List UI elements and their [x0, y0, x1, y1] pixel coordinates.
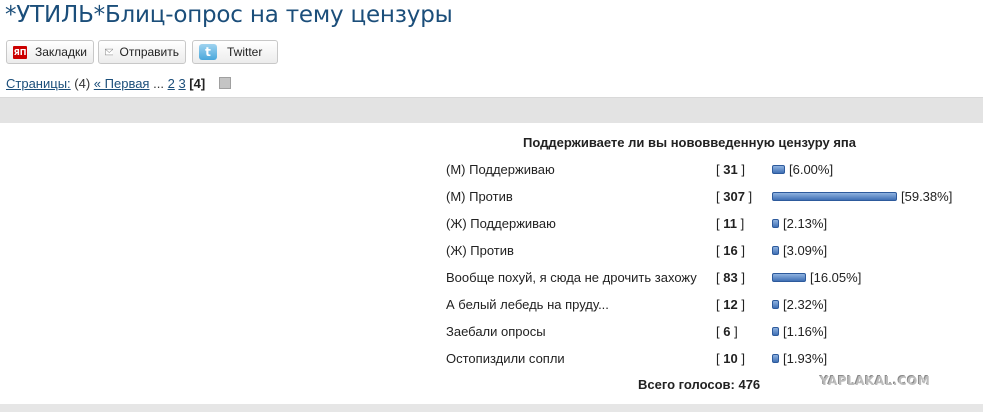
poll-option-bar [772, 219, 779, 228]
poll-option-bar [772, 327, 779, 336]
poll-option-row: (Ж) Поддерживаю [ 11 ] [2.13%] [0, 214, 983, 234]
poll-option-row: Остопиздили сопли [ 10 ] [1.93%] [0, 349, 983, 369]
poll-option-percent: [6.00%] [789, 162, 834, 177]
poll-option-label: Заебали опросы [446, 324, 546, 339]
header-strip [0, 97, 983, 123]
poll-question: Поддерживаете ли вы нововведенную цензур… [523, 135, 856, 150]
poll-option-bar [772, 300, 779, 309]
poll-option-label: (М) Против [446, 189, 513, 204]
twitter-icon: t [199, 44, 217, 60]
poll-option-percent: [3.09%] [783, 243, 828, 258]
page-2-link[interactable]: 2 [168, 76, 175, 91]
footer-strip [0, 404, 983, 412]
bookmarks-label: Закладки [35, 45, 87, 59]
page: *УТИЛЬ*Блиц-опрос на тему цензуры ЯП Зак… [0, 0, 983, 412]
poll-option-label: (М) Поддерживаю [446, 162, 555, 177]
poll-option-label: Вообще похуй, я сюда не дрочить захожу [446, 270, 697, 285]
first-page-link[interactable]: « Первая [94, 76, 150, 91]
pages-ellipsis: ... [153, 76, 164, 91]
current-page: [4] [189, 76, 206, 91]
poll-option-bar [772, 273, 806, 282]
poll-option-percent: [1.93%] [783, 351, 828, 366]
poll-option-percent: [59.38%] [901, 189, 953, 204]
poll-option-percent: [1.16%] [783, 324, 828, 339]
yaplakal-bookmark-icon: ЯП [13, 45, 27, 59]
poll-option-votes: [ 12 ] [716, 297, 745, 312]
poll-option-label: (Ж) Против [446, 243, 514, 258]
poll-option-votes: [ 16 ] [716, 243, 745, 258]
poll-option-percent: [2.32%] [783, 297, 828, 312]
pagination: Страницы: (4) « Первая ... 2 3 [4] [6, 76, 231, 91]
poll-option-label: Остопиздили сопли [446, 351, 565, 366]
send-button[interactable]: Отправить [98, 40, 186, 64]
poll-option-row: (М) Поддерживаю [ 31 ] [6.00%] [0, 160, 983, 180]
poll-total: Всего голосов: 476 [638, 377, 761, 392]
poll-option-bar [772, 246, 779, 255]
poll-option-row: Заебали опросы [ 6 ] [1.16%] [0, 322, 983, 342]
pages-link[interactable]: Страницы: [6, 76, 71, 91]
poll-option-row: (Ж) Против [ 16 ] [3.09%] [0, 241, 983, 261]
poll-option-votes: [ 307 ] [716, 189, 753, 204]
poll-option-votes: [ 83 ] [716, 270, 745, 285]
poll-option-bar [772, 354, 779, 363]
poll-option-bar [772, 165, 785, 174]
poll-option-row: (М) Против [ 307 ] [59.38%] [0, 187, 983, 207]
twitter-label: Twitter [227, 45, 263, 59]
page-jump-icon[interactable] [218, 77, 231, 89]
poll-option-percent: [2.13%] [783, 216, 828, 231]
pages-count: (4) [74, 76, 91, 91]
poll-option-row: А белый лебедь на пруду... [ 12 ] [2.32%] [0, 295, 983, 315]
poll-option-votes: [ 10 ] [716, 351, 745, 366]
send-label: Отправить [119, 45, 179, 59]
poll-option-label: (Ж) Поддерживаю [446, 216, 556, 231]
twitter-button[interactable]: t Twitter [192, 40, 278, 64]
site-watermark: YAPLAKAL.COM [820, 374, 931, 388]
bookmarks-button[interactable]: ЯП Закладки [6, 40, 94, 64]
poll-option-votes: [ 11 ] [716, 216, 745, 231]
poll-option-label: А белый лебедь на пруду... [446, 297, 609, 312]
poll-option-bar [772, 192, 897, 201]
poll-option-percent: [16.05%] [810, 270, 862, 285]
poll-option-votes: [ 31 ] [716, 162, 745, 177]
envelope-icon [105, 48, 114, 56]
poll-option-votes: [ 6 ] [716, 324, 738, 339]
page-3-link[interactable]: 3 [178, 76, 185, 91]
poll-option-row: Вообще похуй, я сюда не дрочить захожу [ … [0, 268, 983, 288]
topic-title: *УТИЛЬ*Блиц-опрос на тему цензуры [5, 2, 453, 28]
